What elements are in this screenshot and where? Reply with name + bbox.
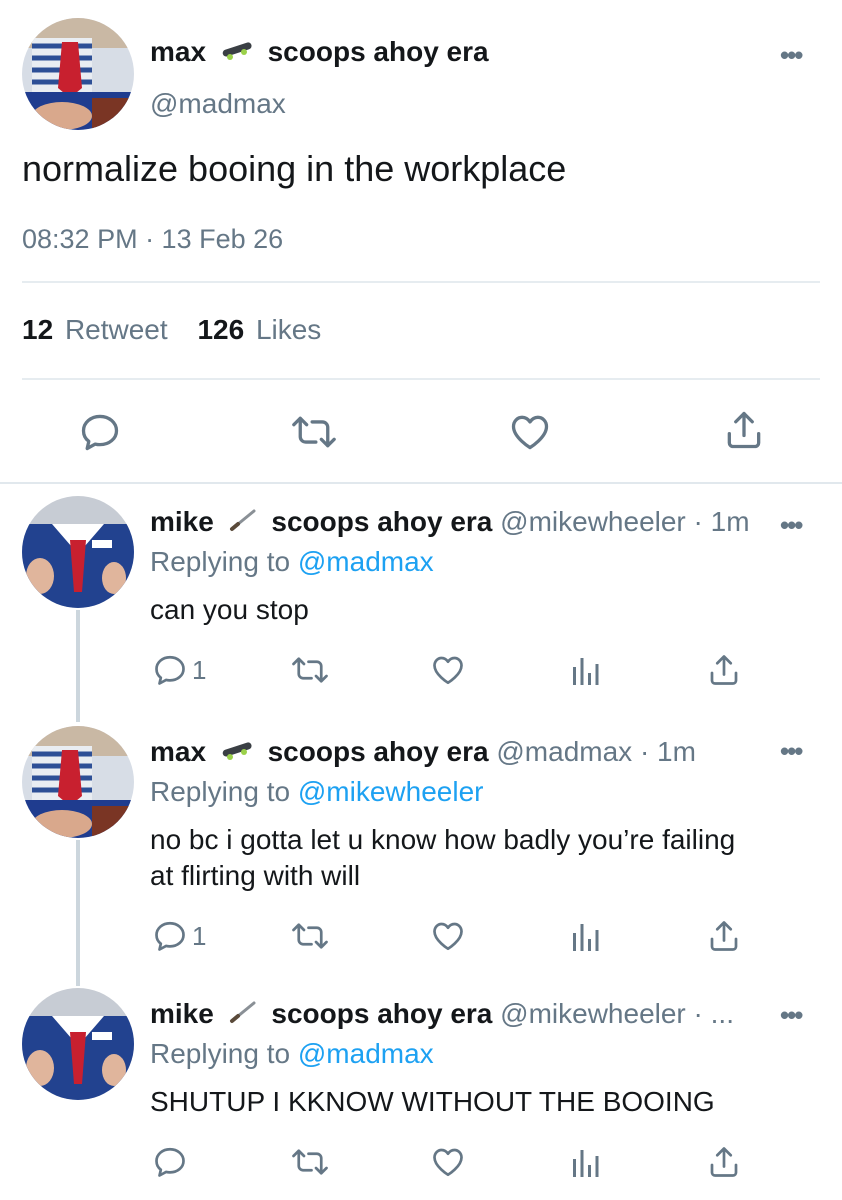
reply-text-line: no bc i gotta let u know how badly you’r… [150, 824, 736, 855]
like-button[interactable] [430, 652, 466, 688]
avatar-mike[interactable] [22, 988, 134, 1100]
thread-line [76, 840, 80, 986]
handle[interactable]: @mikewheeler [500, 506, 686, 537]
replying-label: Replying to [150, 776, 291, 807]
display-name-suffix[interactable]: scoops ahoy era [268, 36, 489, 67]
avatar-max[interactable] [22, 726, 134, 838]
tweet-timestamp[interactable]: 08:32 PM · 13 Feb 26 [22, 224, 283, 255]
reply-text: can you stop [150, 594, 309, 625]
thread-line [76, 610, 80, 722]
likes-count[interactable]: 126 [197, 314, 244, 345]
reply-icon [155, 1147, 185, 1177]
like-icon [511, 415, 549, 450]
like-icon [433, 922, 463, 951]
handle[interactable]: @madmax [496, 736, 632, 767]
handle[interactable]: @mikewheeler [500, 998, 686, 1029]
more-options-icon[interactable]: ••• [780, 738, 803, 764]
display-name[interactable]: max [150, 736, 206, 767]
like-button[interactable] [508, 410, 552, 454]
skateboard-icon [220, 738, 254, 770]
share-button[interactable] [706, 1144, 742, 1180]
share-button[interactable] [706, 918, 742, 954]
reply-text: SHUTUP I KKNOW WITHOUT THE BOOING [150, 1086, 715, 1117]
analytics-icon [573, 1150, 599, 1177]
more-options-icon[interactable]: ••• [780, 42, 803, 68]
retweet-button[interactable] [290, 410, 338, 454]
knife-icon [228, 507, 258, 540]
reply-button[interactable] [152, 1144, 188, 1180]
knife-icon [228, 999, 258, 1032]
retweet-button[interactable] [290, 1144, 330, 1180]
display-name[interactable]: mike [150, 506, 214, 537]
avatar-mike[interactable] [22, 496, 134, 608]
reply-text: no bc i gotta let u know how badly you’r… [150, 822, 735, 894]
reply-button[interactable]: 1 [152, 918, 206, 954]
retweet-icon [292, 416, 336, 448]
share-icon [710, 921, 738, 951]
like-button[interactable] [430, 918, 466, 954]
analytics-icon [573, 924, 599, 951]
like-button[interactable] [430, 1144, 466, 1180]
retweet-button[interactable] [290, 652, 330, 688]
reply-button[interactable]: 1 [152, 652, 206, 688]
reply-icon [155, 655, 185, 685]
like-icon [433, 1148, 463, 1177]
retweet-count[interactable]: 12 [22, 314, 53, 345]
share-icon [727, 411, 761, 449]
reply-button[interactable] [78, 410, 122, 454]
display-name-suffix[interactable]: scoops ahoy era [271, 998, 492, 1029]
share-icon [710, 655, 738, 685]
retweet-button[interactable] [290, 918, 330, 954]
share-icon [710, 1147, 738, 1177]
display-name[interactable]: max [150, 36, 206, 67]
share-button[interactable] [706, 652, 742, 688]
retweet-icon [292, 1149, 328, 1175]
retweet-label[interactable]: Retweet [65, 314, 168, 345]
display-name-suffix[interactable]: scoops ahoy era [268, 736, 489, 767]
engagement-stats: 12 Retweet 126 Likes [22, 314, 321, 346]
analytics-button[interactable] [570, 1144, 600, 1180]
reply-text-line: at flirting with will [150, 860, 361, 891]
share-button[interactable] [722, 408, 766, 452]
replying-to-link[interactable]: @madmax [298, 546, 434, 577]
analytics-button[interactable] [570, 918, 600, 954]
replying-label: Replying to [150, 546, 291, 577]
reply-time[interactable]: · 1m [640, 736, 696, 767]
analytics-button[interactable] [570, 652, 600, 688]
avatar-max[interactable] [22, 18, 134, 130]
reply-count: 1 [192, 920, 207, 951]
reply-icon [81, 414, 119, 451]
retweet-icon [292, 657, 328, 683]
divider [22, 281, 820, 283]
reply-time[interactable]: · 1m [694, 506, 750, 537]
more-options-icon[interactable]: ••• [780, 1002, 803, 1028]
skateboard-icon [220, 38, 254, 70]
tweet-text: normalize booing in the workplace [22, 148, 567, 189]
display-name-suffix[interactable]: scoops ahoy era [271, 506, 492, 537]
reply-time[interactable]: · ... [694, 998, 734, 1029]
retweet-icon [292, 923, 328, 949]
divider [22, 378, 820, 380]
like-icon [433, 656, 463, 685]
reply-count: 1 [192, 654, 207, 685]
likes-label[interactable]: Likes [256, 314, 321, 345]
divider [0, 482, 842, 484]
reply-icon [155, 921, 185, 951]
replying-to-link[interactable]: @mikewheeler [298, 776, 484, 807]
analytics-icon [573, 658, 599, 685]
replying-label: Replying to [150, 1038, 291, 1069]
more-options-icon[interactable]: ••• [780, 512, 803, 538]
display-name[interactable]: mike [150, 998, 214, 1029]
replying-to-link[interactable]: @madmax [298, 1038, 434, 1069]
handle[interactable]: @madmax [150, 88, 286, 120]
